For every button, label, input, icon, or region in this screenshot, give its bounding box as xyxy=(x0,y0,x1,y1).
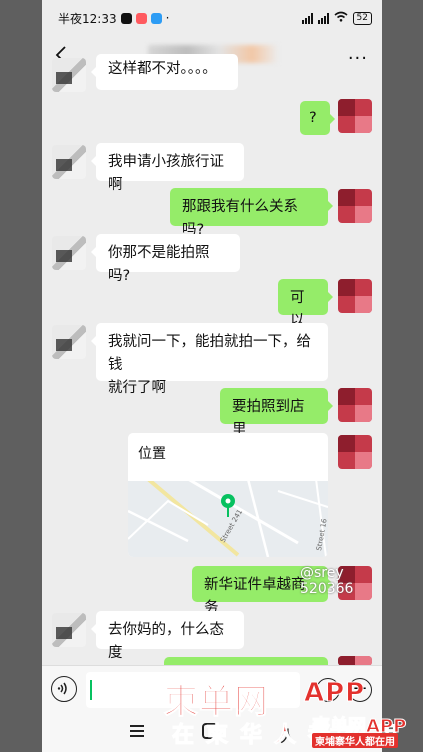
self-avatar[interactable] xyxy=(338,189,372,223)
voice-icon[interactable] xyxy=(51,676,77,702)
phone-screen: 半夜12:33 · 52 ··· 这样都不对。。。。 ? 我申请小孩旅行证啊 那… xyxy=(42,0,382,752)
message-bubble-outgoing[interactable]: 可以 xyxy=(278,279,333,329)
watermark-slogan: 柬埔寨华人都在用 xyxy=(312,733,398,748)
more-notifications-dot: · xyxy=(165,11,170,25)
battery-level: 52 xyxy=(352,11,372,25)
signal-1-icon xyxy=(301,12,313,24)
message-bubble-incoming[interactable]: 这样都不对。。。。 xyxy=(91,54,238,90)
message-bubble-incoming[interactable]: 你那不是能拍照吗? xyxy=(91,234,240,284)
signal-2-icon xyxy=(317,12,329,24)
text-cursor xyxy=(90,680,92,700)
watermark-brand: 柬单网 xyxy=(164,682,269,723)
message-bubble-incoming[interactable]: 我申请小孩旅行证啊 xyxy=(91,143,244,193)
contact-avatar[interactable] xyxy=(52,145,86,179)
self-avatar[interactable] xyxy=(338,435,372,469)
wifi-icon xyxy=(334,11,348,25)
app-notification-icon xyxy=(135,12,147,24)
video-watermark-handle: @srey 520366 xyxy=(300,565,354,597)
location-map[interactable]: Street 241 Street 16 xyxy=(128,481,328,557)
message-bubble-outgoing[interactable]: ? xyxy=(300,101,335,135)
contact-avatar[interactable] xyxy=(52,58,86,92)
contact-avatar[interactable] xyxy=(52,613,86,647)
tiktok-icon xyxy=(120,12,132,24)
message-bubble-incoming[interactable]: 我就问一下，能拍就拍一下，给钱 就行了啊 xyxy=(91,323,328,396)
menu-icon[interactable] xyxy=(130,725,144,737)
contact-avatar[interactable] xyxy=(52,325,86,359)
message-bubble-outgoing[interactable]: 那跟我有什么关系吗? xyxy=(170,188,333,238)
self-avatar[interactable] xyxy=(338,279,372,313)
cloud-app-icon xyxy=(150,12,162,24)
message-bubble-incoming[interactable]: 去你妈的，什么态度 xyxy=(91,611,244,661)
status-time: 半夜12:33 xyxy=(58,11,117,26)
self-avatar[interactable] xyxy=(338,99,372,133)
watermark-app: APP xyxy=(303,678,366,709)
location-title: 位置 xyxy=(138,446,166,462)
self-avatar[interactable] xyxy=(338,388,372,422)
location-message-card[interactable]: 位置 Street 241 Street 16 xyxy=(128,433,328,557)
contact-avatar[interactable] xyxy=(52,236,86,270)
more-dots-icon[interactable]: ··· xyxy=(348,48,368,69)
message-bubble-outgoing[interactable]: 要拍照到店里 xyxy=(220,388,333,438)
status-bar: 半夜12:33 · 52 xyxy=(42,0,382,36)
